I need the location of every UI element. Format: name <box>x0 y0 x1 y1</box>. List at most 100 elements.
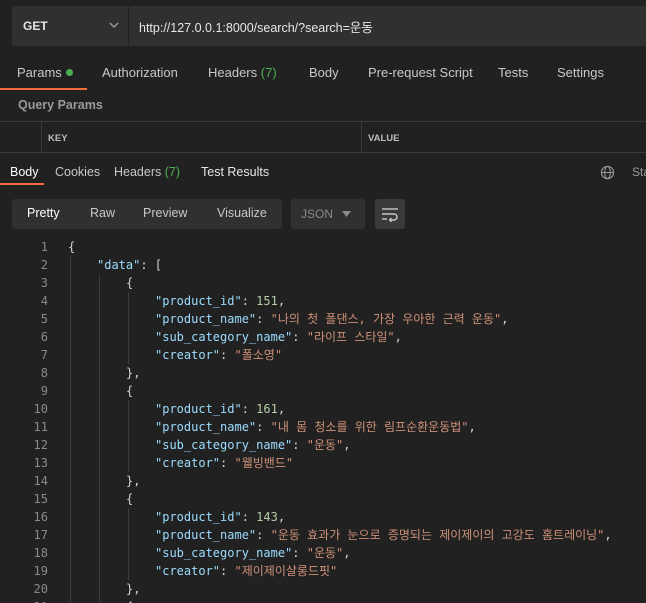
code-line: 2 "data": [ <box>0 256 646 274</box>
json-key: "product_id" <box>155 402 242 416</box>
json-punctuation: { <box>126 276 134 290</box>
tab-settings-label: Settings <box>557 65 604 80</box>
line-number: 17 <box>33 528 48 542</box>
code-text: { <box>126 598 133 603</box>
json-punctuation: : <box>256 528 271 542</box>
json-punctuation: : <box>241 294 257 308</box>
globe-icon[interactable] <box>600 165 615 180</box>
code-line: 16 "product_id": 143, <box>0 508 646 526</box>
line-number: 4 <box>40 294 48 308</box>
json-punctuation: }, <box>126 366 141 380</box>
language-select[interactable]: JSON <box>291 199 365 229</box>
json-number: 161 <box>256 402 278 416</box>
query-params-title: Query Params <box>18 98 103 112</box>
tab-params[interactable]: Params <box>17 65 73 80</box>
code-text: "product_name": "운동 효과가 눈으로 증명되는 제이제이의 고… <box>155 526 612 544</box>
json-punctuation: , <box>394 330 402 344</box>
json-key: "creator" <box>155 348 221 362</box>
value-column-header: VALUE <box>368 133 400 144</box>
method-select[interactable]: GET <box>12 6 128 46</box>
response-tab-headers[interactable]: Headers (7) <box>114 165 180 179</box>
code-line: 17 "product_name": "운동 효과가 눈으로 증명되는 제이제이의… <box>0 526 646 544</box>
request-bar: GET http://127.0.0.1:8000/search/?search… <box>12 6 646 46</box>
preview-button[interactable]: Preview <box>143 206 187 220</box>
tab-body[interactable]: Body <box>309 65 339 80</box>
response-body-code[interactable]: 1{2 "data": [3{4 "product_id": 151, 5 "produ… <box>0 238 646 603</box>
line-number: 9 <box>40 384 48 398</box>
tab-pre-request-script[interactable]: Pre-request Script <box>368 65 473 80</box>
tab-pre-request-label: Pre-request Script <box>368 65 473 80</box>
line-number: 11 <box>33 420 48 434</box>
code-line: 7 "creator": "폴소영" <box>0 346 646 364</box>
code-line: 14}, <box>0 472 646 490</box>
pretty-button[interactable]: Pretty <box>27 206 60 220</box>
code-text: "product_name": "나의 첫 폴댄스, 가장 우아한 근력 운동"… <box>155 310 508 328</box>
json-key: "sub_category_name" <box>155 546 293 560</box>
code-text: { <box>126 490 133 508</box>
format-mode-group: Pretty Raw Preview Visualize <box>12 199 282 229</box>
json-punctuation: , <box>468 420 476 434</box>
json-punctuation: , <box>277 510 286 524</box>
code-line: 20}, <box>0 580 646 598</box>
json-string: "제이제이살롱드핏" <box>234 564 338 578</box>
json-string: "내 몸 청소를 위한 림프순환운동법" <box>270 420 469 434</box>
json-punctuation: : <box>256 420 271 434</box>
wrap-lines-icon <box>382 208 398 222</box>
json-string: "폴소영" <box>234 348 283 362</box>
json-key: "creator" <box>155 564 221 578</box>
headers-count: (7) <box>260 65 277 80</box>
json-key: "product_name" <box>155 312 257 326</box>
code-text: "creator": "웰빙밴드" <box>155 454 293 472</box>
line-number: 8 <box>40 366 48 380</box>
raw-button[interactable]: Raw <box>90 206 115 220</box>
line-number: 2 <box>40 258 48 272</box>
code-text: { <box>126 274 133 292</box>
visualize-button[interactable]: Visualize <box>217 206 267 220</box>
response-tab-cookies-label: Cookies <box>55 165 101 179</box>
code-line: 1{ <box>0 238 646 256</box>
line-number: 10 <box>33 402 48 416</box>
tab-authorization-label: Authorization <box>102 65 178 80</box>
json-punctuation: : <box>256 312 271 326</box>
tab-settings[interactable]: Settings <box>557 65 604 80</box>
line-number: 21 <box>0 598 48 603</box>
json-key: "sub_category_name" <box>155 438 293 452</box>
code-text: "product_id": 161, <box>155 400 285 418</box>
response-tab-body[interactable]: Body <box>10 165 39 179</box>
code-line: 11 "product_name": "내 몸 청소를 위한 림프순환운동법", <box>0 418 646 436</box>
tab-body-label: Body <box>309 65 339 80</box>
line-number: 15 <box>33 492 48 506</box>
code-text: { <box>126 382 133 400</box>
response-tab-test-results-label: Test Results <box>201 165 270 179</box>
json-number: 151 <box>256 294 278 308</box>
tab-params-label: Params <box>17 65 62 80</box>
response-tab-headers-label: Headers <box>114 165 162 179</box>
url-text: http://127.0.0.1:8000/search/?search=운동 <box>139 20 373 35</box>
json-punctuation: { <box>68 240 76 254</box>
line-number: 13 <box>33 456 48 470</box>
json-string: "라이프 스타일" <box>306 330 395 344</box>
tab-headers[interactable]: Headers (7) <box>208 65 277 80</box>
json-key: "product_name" <box>155 420 257 434</box>
response-tab-body-label: Body <box>10 165 39 179</box>
method-label: GET <box>23 19 48 33</box>
active-tab-indicator <box>0 88 87 90</box>
tab-tests-label: Tests <box>498 65 529 80</box>
checkbox-column <box>0 122 42 152</box>
code-line: 3{ <box>0 274 646 292</box>
response-tab-cookies[interactable]: Cookies <box>55 165 100 179</box>
key-column-header: KEY <box>42 122 362 152</box>
code-text: "product_id": 151, <box>155 292 285 310</box>
chevron-down-icon <box>342 211 351 217</box>
code-line: 12 "sub_category_name": "운동", <box>0 436 646 454</box>
json-punctuation: : <box>220 564 235 578</box>
json-punctuation: , <box>277 402 286 416</box>
tab-tests[interactable]: Tests <box>498 65 528 80</box>
url-input[interactable]: http://127.0.0.1:8000/search/?search=운동 <box>129 6 646 46</box>
tab-authorization[interactable]: Authorization <box>102 65 178 80</box>
wrap-lines-button[interactable] <box>375 199 405 229</box>
code-text: "sub_category_name": "운동", <box>155 544 351 562</box>
response-headers-count: (7) <box>164 165 181 179</box>
code-text: }, <box>126 364 140 382</box>
response-tab-test-results[interactable]: Test Results <box>201 165 269 179</box>
